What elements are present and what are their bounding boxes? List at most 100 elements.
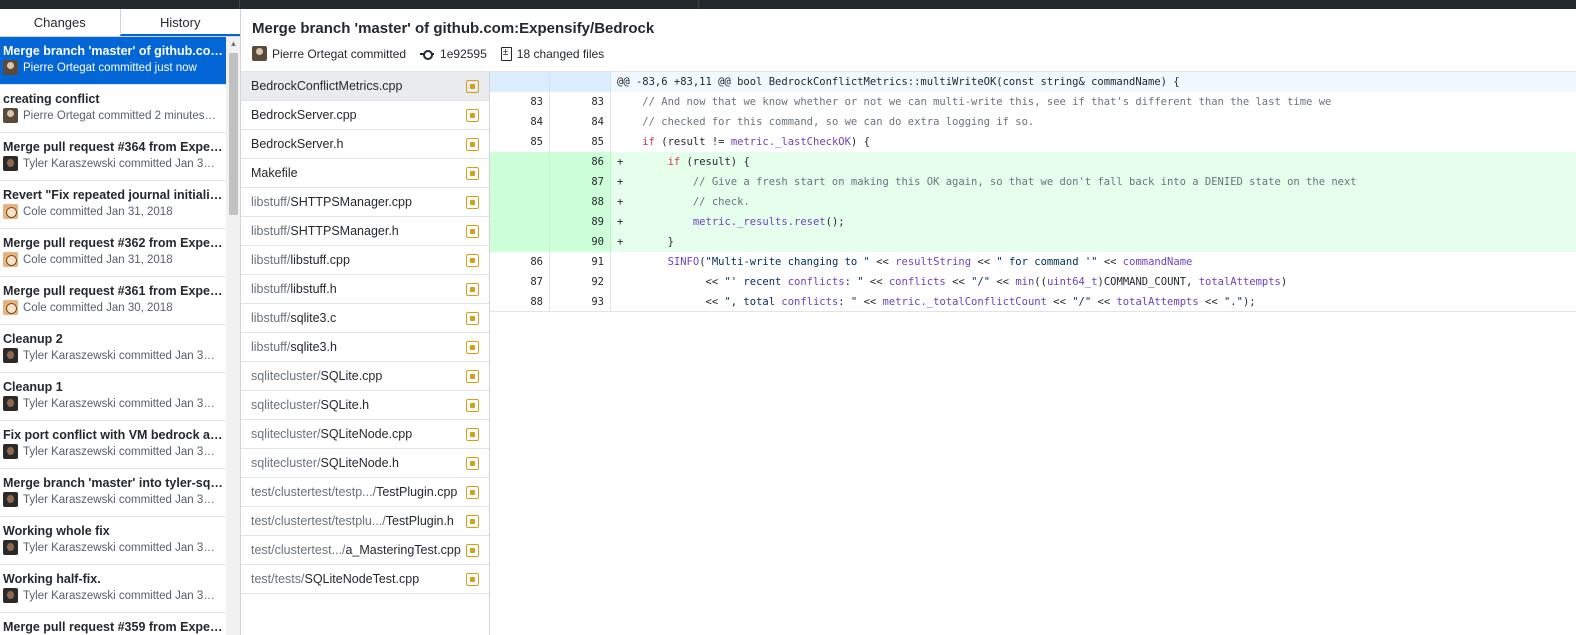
scrollbar-thumb[interactable] <box>229 53 238 215</box>
commit-list-item[interactable]: Cleanup 2 Tyler Karaszewski committed Jan… <box>0 325 226 373</box>
diff-context-line[interactable]: 84 84 // checked for this command, so we … <box>490 112 1576 132</box>
avatar <box>3 396 18 411</box>
commit-meta: Tyler Karaszewski committed Jan 30, 2018 <box>3 396 226 411</box>
commit-list-item[interactable]: Merge pull request #361 from Expensify/c… <box>0 277 226 325</box>
diff-code: + metric._results.reset(); <box>617 216 845 228</box>
file-name: SHTTPSManager.cpp <box>290 195 412 209</box>
commit-list-item[interactable]: Merge pull request #359 from Expensify/t… <box>0 613 226 635</box>
new-line-number: 92 <box>550 272 611 292</box>
new-line-number: 90 <box>550 232 611 252</box>
file-name: SQLiteNode.h <box>320 456 400 470</box>
diff-context-line[interactable]: 88 93 << ", total conflicts: " << metric.… <box>490 291 1576 312</box>
changed-file-item[interactable]: libstuff/SHTTPSManager.h <box>241 217 489 246</box>
changed-file-item[interactable]: libstuff/libstuff.h <box>241 275 489 304</box>
changed-file-item[interactable]: libstuff/sqlite3.c <box>241 304 489 333</box>
changed-file-item[interactable]: sqlitecluster/SQLiteNode.h <box>241 449 489 478</box>
changed-file-item[interactable]: libstuff/libstuff.cpp <box>241 246 489 275</box>
file-directory: sqlitecluster/ <box>251 369 321 383</box>
file-directory: libstuff/ <box>251 311 291 325</box>
commit-sha[interactable]: 1e92595 <box>440 47 487 61</box>
commit-list-item[interactable]: Cleanup 1 Tyler Karaszewski committed Jan… <box>0 373 226 421</box>
commit-list-item[interactable]: Merge pull request #364 from Expensify/t… <box>0 133 226 181</box>
file-modified-icon <box>466 283 479 296</box>
file-directory: sqlitecluster/ <box>251 398 321 412</box>
title-bar-segment[interactable] <box>240 0 699 9</box>
commit-meta: Pierre Ortegat committed just now <box>3 60 226 75</box>
file-name: sqlite3.c <box>290 311 337 325</box>
file-directory: libstuff/ <box>251 253 291 267</box>
changed-file-item[interactable]: test/clustertest/testp.../TestPlugin.cpp <box>241 478 489 507</box>
commit-list-item[interactable]: Merge pull request #362 from Expensify/c… <box>0 229 226 277</box>
commit-author: Pierre Ortegat committed <box>272 46 407 61</box>
diff-code: SINFO("Multi-write changing to " << resu… <box>667 256 1193 268</box>
file-name: libstuff.h <box>290 282 337 296</box>
changed-file-item[interactable]: libstuff/sqlite3.h <box>241 333 489 362</box>
scroll-up-arrow-icon[interactable]: ▲ <box>226 37 240 51</box>
commit-list-scrollbar[interactable]: ▲ <box>226 37 240 635</box>
sidebar-tabs: Changes History <box>0 9 240 37</box>
commit-list-item[interactable]: Working half-fix. Tyler Karaszewski commi… <box>0 565 226 613</box>
commit-list-item[interactable]: Revert "Fix repeated journal initializat… <box>0 181 226 229</box>
changed-file-item[interactable]: sqlitecluster/SQLite.h <box>241 391 489 420</box>
file-modified-icon <box>466 312 479 325</box>
new-line-number: 83 <box>550 92 611 112</box>
new-line-number: 86 <box>550 152 611 172</box>
diff-code: if (result != metric._lastCheckOK) { <box>642 136 870 148</box>
file-name: libstuff.cpp <box>290 253 350 267</box>
changed-file-item[interactable]: test/clustertest/testplu.../TestPlugin.h <box>241 507 489 536</box>
avatar <box>3 300 18 315</box>
changed-file-item[interactable]: BedrockServer.h <box>241 130 489 159</box>
changed-file-item[interactable]: test/clustertest.../a_MasteringTest.cpp <box>241 536 489 565</box>
file-directory: libstuff/ <box>251 340 291 354</box>
diff-context-line[interactable]: 83 83 // And now that we know whether or … <box>490 92 1576 112</box>
commit-list-item[interactable]: Merge branch 'master' into tyler-sqlite-… <box>0 469 226 517</box>
diff-added-line[interactable]: 88 + // check. <box>490 192 1576 212</box>
diff-added-line[interactable]: 89 + metric._results.reset(); <box>490 212 1576 232</box>
avatar <box>3 108 18 123</box>
file-name: Makefile <box>251 166 298 180</box>
file-modified-icon <box>466 196 479 209</box>
changed-file-item[interactable]: test/tests/SQLiteNodeTest.cpp <box>241 565 489 594</box>
changed-file-item[interactable]: BedrockConflictMetrics.cpp <box>241 72 489 101</box>
commit-summary: Merge pull request #362 from Expensify/c… <box>3 236 223 250</box>
changed-file-item[interactable]: sqlitecluster/SQLiteNode.cpp <box>241 420 489 449</box>
tab-changes[interactable]: Changes <box>0 9 120 36</box>
old-line-number: 84 <box>490 112 550 132</box>
changed-file-item[interactable]: Makefile <box>241 159 489 188</box>
diff-added-line[interactable]: 90 + } <box>490 232 1576 252</box>
file-modified-icon <box>466 80 479 93</box>
commit-byline: Cole committed Jan 30, 2018 <box>23 301 173 314</box>
file-directory: sqlitecluster/ <box>251 456 321 470</box>
new-line-number: 87 <box>550 172 611 192</box>
changed-file-item[interactable]: libstuff/SHTTPSManager.cpp <box>241 188 489 217</box>
commit-summary: Merge pull request #361 from Expensify/c… <box>3 284 223 298</box>
commit-byline: Pierre Ortegat committed just now <box>23 61 197 74</box>
title-bar-segment[interactable] <box>0 0 240 9</box>
tab-history[interactable]: History <box>119 9 240 36</box>
diff-code: + // Give a fresh start on making this O… <box>617 176 1357 188</box>
commit-list-item[interactable]: Merge branch 'master' of github.com:Expe… <box>0 37 226 85</box>
changed-file-item[interactable]: sqlitecluster/SQLite.cpp <box>241 362 489 391</box>
new-line-number: 85 <box>550 132 611 152</box>
commit-summary: Working whole fix <box>3 524 110 538</box>
avatar <box>3 444 18 459</box>
file-name: SQLite.h <box>320 398 370 412</box>
file-name: SHTTPSManager.h <box>290 224 399 238</box>
diff-context-line[interactable]: 85 85 if (result != metric._lastCheckOK) … <box>490 132 1576 152</box>
diff-added-line[interactable]: 86 + if (result) { <box>490 152 1576 172</box>
commit-meta: Cole committed Jan 31, 2018 <box>3 252 226 267</box>
diff-added-line[interactable]: 87 + // Give a fresh start on making this… <box>490 172 1576 192</box>
file-name: BedrockServer.h <box>251 137 344 151</box>
diff-context-line[interactable]: 87 92 << "' recent conflicts: " << confli… <box>490 272 1576 292</box>
commit-list-item[interactable]: Working whole fix Tyler Karaszewski commi… <box>0 517 226 565</box>
commit-meta: Pierre Ortegat committed 1e92595 18 chan… <box>252 46 604 61</box>
commit-list-item[interactable]: creating conflict Pierre Ortegat committe… <box>0 85 226 133</box>
diff-code: + if (result) { <box>617 156 750 168</box>
file-directory: test/clustertest/testp.../ <box>251 485 377 499</box>
old-line-number: 83 <box>490 92 550 112</box>
commit-byline: Tyler Karaszewski committed Jan 30, 2018 <box>23 445 219 458</box>
new-line-number: 84 <box>550 112 611 132</box>
changed-file-item[interactable]: BedrockServer.cpp <box>241 101 489 130</box>
diff-context-line[interactable]: 86 91 SINFO("Multi-write changing to " <<… <box>490 252 1576 272</box>
commit-list-item[interactable]: Fix port conflict with VM bedrock and te… <box>0 421 226 469</box>
